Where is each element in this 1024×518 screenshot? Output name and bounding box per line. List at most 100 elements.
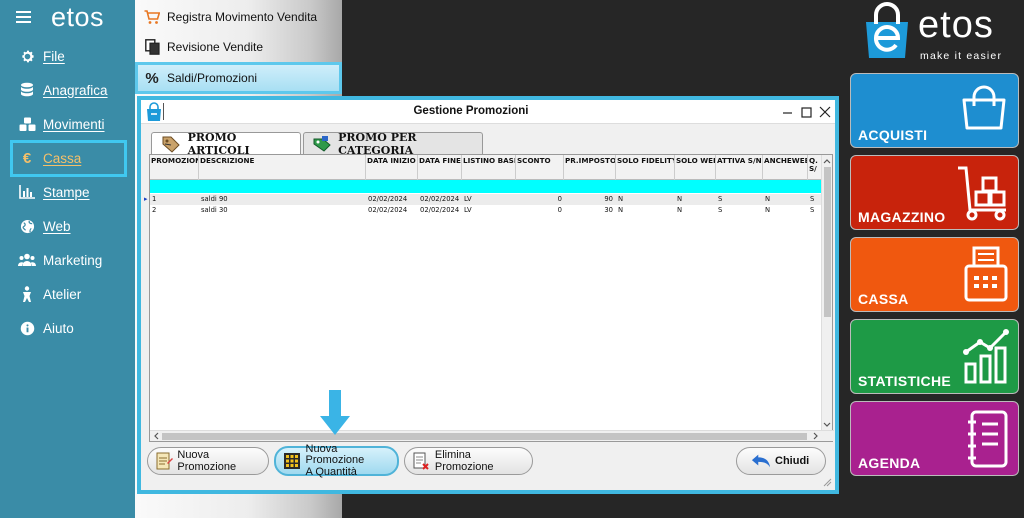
sidebar-item-web[interactable]: Web bbox=[10, 209, 127, 243]
sidebar-item-stampe[interactable]: Stampe bbox=[10, 175, 127, 209]
back-arrow-icon bbox=[751, 451, 771, 471]
sidebar-item-label: Web bbox=[43, 218, 71, 234]
column-header-q[interactable]: Q. S/ bbox=[808, 155, 822, 180]
copy-icon bbox=[143, 38, 161, 56]
dialog-title: Gestione Promozioni bbox=[413, 105, 529, 117]
sidebar-item-cassa[interactable]: € Cassa bbox=[10, 140, 127, 177]
price-tag-icon bbox=[160, 136, 182, 153]
button-label-group: Nuova Promozione A Quantità bbox=[305, 442, 397, 479]
chiudi-button[interactable]: Chiudi bbox=[736, 447, 826, 475]
minimize-button[interactable] bbox=[778, 103, 796, 121]
button-label: Elimina Promozione bbox=[434, 449, 494, 473]
submenu-item-label: Revisione Vendite bbox=[167, 40, 264, 54]
promotions-grid: PROMOZION DESCRIZIONE DATA INIZIO DATA F… bbox=[144, 154, 834, 442]
brand-tagline: make it easier bbox=[920, 50, 1003, 62]
vertical-scrollbar[interactable] bbox=[821, 155, 832, 431]
sidebar-item-file[interactable]: File bbox=[10, 39, 127, 73]
maximize-icon bbox=[800, 106, 812, 118]
tile-agenda[interactable]: AGENDA bbox=[850, 401, 1019, 476]
gestione-promozioni-dialog: Gestione Promozioni PROMO ARTICOLI PROMO… bbox=[137, 96, 839, 494]
cell-attiva: S bbox=[718, 195, 723, 203]
submenu-item-registra-vendita[interactable]: Registra Movimento Vendita bbox=[135, 2, 342, 32]
elimina-promozione-button[interactable]: Elimina Promozione bbox=[404, 447, 533, 475]
scroll-left-icon bbox=[154, 432, 159, 440]
tile-statistiche[interactable]: STATISTICHE bbox=[850, 319, 1019, 394]
grid-header: PROMOZION DESCRIZIONE DATA INIZIO DATA F… bbox=[150, 155, 822, 180]
new-row[interactable] bbox=[150, 180, 822, 193]
table-row[interactable]: 2 saldi 30 02/02/2024 02/02/2024 LV 0 30… bbox=[150, 205, 822, 216]
sidebar-item-atelier[interactable]: Atelier bbox=[10, 277, 127, 311]
tab-promo-per-categoria[interactable]: PROMO PER CATEGORIA bbox=[303, 130, 483, 157]
shopping-bag-icon bbox=[962, 85, 1006, 130]
cell-pr-imposto: 90 bbox=[604, 195, 613, 203]
nuova-promozione-quantita-button[interactable]: Nuova Promozione A Quantità bbox=[274, 442, 399, 479]
tab-promo-articoli[interactable]: PROMO ARTICOLI bbox=[151, 131, 301, 157]
tile-label: STATISTICHE bbox=[858, 373, 952, 389]
horizontal-scrollbar[interactable] bbox=[150, 430, 834, 441]
percent-icon: % bbox=[145, 69, 159, 87]
tab-label: PROMO PER CATEGORIA bbox=[338, 130, 417, 157]
dialog-titlebar: Gestione Promozioni bbox=[141, 100, 835, 124]
cell-q: S bbox=[810, 206, 815, 214]
cell-promozion: 1 bbox=[152, 195, 157, 203]
cash-register-icon bbox=[964, 246, 1008, 302]
maximize-button[interactable] bbox=[797, 103, 815, 121]
sidebar-item-anagrafica[interactable]: Anagrafica bbox=[10, 73, 127, 107]
gear-icon bbox=[18, 47, 36, 65]
quantity-grid-icon bbox=[282, 451, 302, 471]
sidebar-item-movimenti[interactable]: Movimenti bbox=[10, 107, 127, 141]
euro-icon: € bbox=[22, 150, 32, 167]
cell-data-fine: 02/02/2024 bbox=[420, 206, 460, 214]
info-icon bbox=[18, 319, 36, 337]
cell-listino-base: LV bbox=[464, 206, 472, 214]
cart-icon bbox=[143, 8, 161, 26]
annotation-arrow-icon bbox=[320, 390, 350, 435]
horizontal-scroll-thumb[interactable] bbox=[162, 433, 807, 440]
column-header-data-fine[interactable]: DATA FINE bbox=[418, 155, 462, 180]
hamburger-menu-icon[interactable] bbox=[16, 11, 31, 23]
cell-solo-fidelity: N bbox=[618, 206, 624, 214]
sidebar-item-label: Cassa bbox=[43, 151, 82, 166]
sidebar-item-marketing[interactable]: Marketing bbox=[10, 243, 127, 277]
cell-solo-fidelity: N bbox=[618, 195, 624, 203]
column-header-attiva[interactable]: ATTIVA S/N bbox=[716, 155, 763, 180]
cell-q: S bbox=[810, 195, 815, 203]
button-label-line1: Nuova Promozione bbox=[305, 442, 365, 467]
sidebar-item-aiuto[interactable]: Aiuto bbox=[10, 311, 127, 345]
column-header-listino-base[interactable]: LISTINO BASE bbox=[462, 155, 516, 180]
cell-sconto: 0 bbox=[557, 195, 562, 203]
column-header-solo-web[interactable]: SOLO WEB bbox=[675, 155, 716, 180]
tile-magazzino[interactable]: MAGAZZINO bbox=[850, 155, 1019, 230]
table-row[interactable]: ▸ 1 saldi 90 02/02/2024 02/02/2024 LV 0 … bbox=[144, 194, 822, 205]
nuova-promozione-button[interactable]: Nuova Promozione bbox=[147, 447, 269, 475]
resize-grip-icon[interactable] bbox=[822, 477, 832, 487]
column-header-promozion[interactable]: PROMOZION bbox=[150, 155, 199, 180]
person-icon bbox=[18, 285, 36, 303]
vertical-scroll-thumb[interactable] bbox=[824, 167, 831, 317]
bar-chart-icon bbox=[18, 183, 36, 201]
submenu-item-revisione-vendite[interactable]: Revisione Vendite bbox=[135, 32, 342, 62]
delete-document-icon bbox=[411, 451, 431, 471]
database-icon bbox=[18, 81, 36, 99]
column-header-descrizione[interactable]: DESCRIZIONE bbox=[199, 155, 366, 180]
tile-label: CASSA bbox=[858, 291, 909, 307]
submenu-item-saldi-promozioni[interactable]: % Saldi/Promozioni bbox=[135, 62, 342, 94]
column-header-pr-imposto[interactable]: PR.IMPOSTO bbox=[564, 155, 616, 180]
column-header-ancheweb[interactable]: ANCHEWEB bbox=[763, 155, 808, 180]
shopping-bag-logo-icon bbox=[866, 2, 908, 58]
cell-sconto: 0 bbox=[557, 206, 562, 214]
close-window-button[interactable] bbox=[816, 103, 834, 121]
tile-acquisti[interactable]: ACQUISTI bbox=[850, 73, 1019, 148]
cell-descrizione: saldi 90 bbox=[201, 195, 228, 203]
button-label: Chiudi bbox=[775, 455, 810, 467]
tile-cassa[interactable]: CASSA bbox=[850, 237, 1019, 312]
column-header-sconto[interactable]: SCONTO bbox=[516, 155, 564, 180]
notebook-icon bbox=[968, 410, 1008, 468]
cell-pr-imposto: 30 bbox=[604, 206, 613, 214]
main-sidebar: etos File Anagrafica Movimenti € Cassa S… bbox=[0, 0, 135, 518]
column-header-data-inizio[interactable]: DATA INIZIO bbox=[366, 155, 418, 180]
sidebar-logo: etos bbox=[51, 1, 105, 32]
column-header-solo-fidelity[interactable]: SOLO FIDELITY bbox=[616, 155, 675, 180]
sidebar-item-label: Aiuto bbox=[43, 320, 74, 336]
cell-data-inizio: 02/02/2024 bbox=[368, 195, 408, 203]
